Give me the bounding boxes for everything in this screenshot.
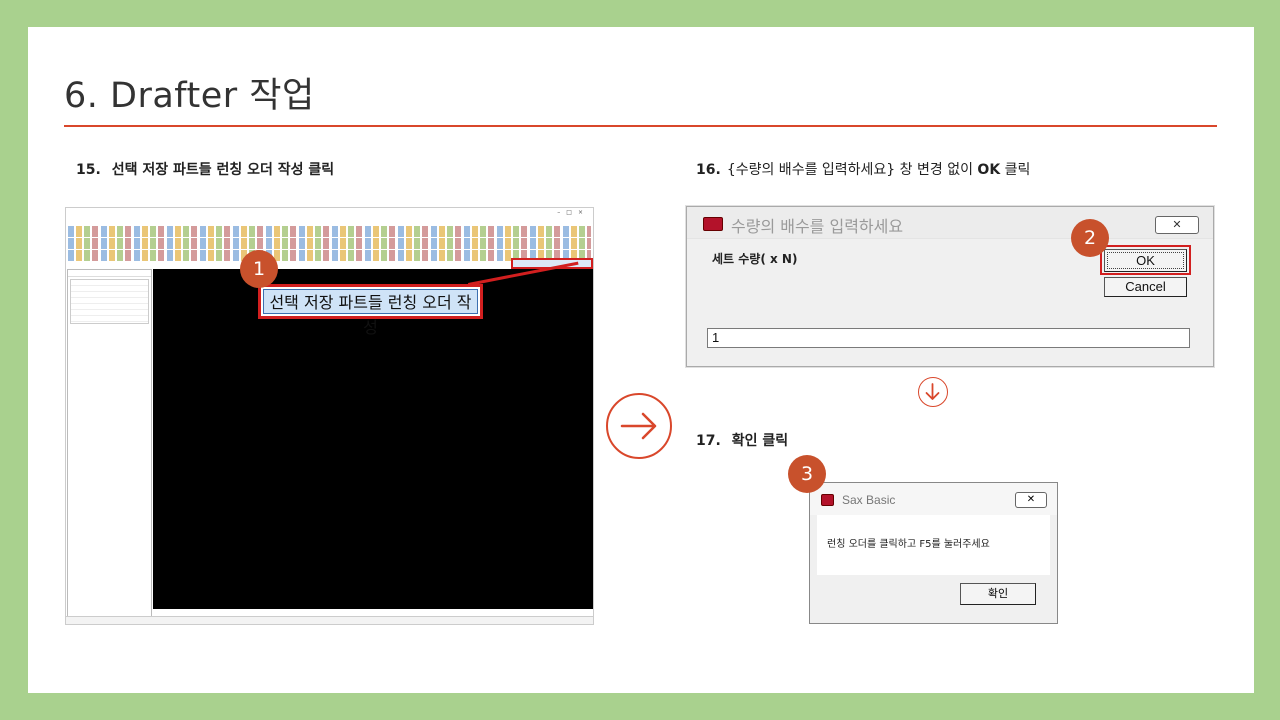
step-16-number: 16. (696, 162, 721, 178)
down-arrow-icon (918, 377, 948, 407)
ok-button[interactable]: OK (1104, 249, 1187, 272)
step-15-number: 15. (76, 162, 101, 178)
step-15-text: 선택 저장 파트들 런칭 오더 작성 클릭 (111, 162, 335, 178)
drafter-titlebar: –□× (66, 208, 593, 217)
close-icon[interactable]: ✕ (1015, 492, 1047, 508)
toolbar-row-2 (68, 238, 591, 249)
cancel-button[interactable]: Cancel (1104, 277, 1187, 297)
step-badge-2: 2 (1071, 219, 1109, 257)
set-quantity-label: 세트 수량( x N) (712, 252, 798, 266)
step-16-text: {수량의 배수를 입력하세요} 창 변경 없이 (726, 162, 978, 178)
dialog-titlebar: 수량의 배수를 입력하세요 ✕ (687, 207, 1213, 239)
title-divider (64, 125, 1217, 127)
step-15-caption: 15. 선택 저장 파트들 런칭 오더 작성 클릭 (76, 159, 334, 179)
page-title: 6. Drafter 작업 (64, 76, 315, 116)
messagebox-text: 런칭 오더를 클릭하고 F5를 눌러주세요 (817, 515, 1050, 575)
confirm-button[interactable]: 확인 (960, 583, 1036, 605)
properties-table (70, 279, 149, 324)
drafter-menubar (66, 217, 593, 225)
status-bar (66, 616, 593, 624)
step-16-ok-text: OK (977, 162, 1001, 178)
step-badge-3: 3 (788, 455, 826, 493)
step-17-caption: 17. 확인 클릭 (696, 430, 788, 450)
messagebox-title: Sax Basic (842, 493, 896, 507)
multiplier-input[interactable]: 1 (707, 328, 1190, 348)
multiplier-dialog: 수량의 배수를 입력하세요 ✕ 세트 수량( x N) OK Cancel 1 (686, 206, 1214, 367)
toolbar-row-1 (68, 226, 591, 237)
properties-header (68, 270, 151, 277)
properties-panel (67, 269, 152, 617)
step-badge-1: 1 (240, 250, 278, 288)
callout-label: 선택 저장 파트들 런칭 오더 작성 (263, 289, 478, 337)
step-16-caption: 16. {수량의 배수를 입력하세요} 창 변경 없이 OK 클릭 (696, 159, 1030, 179)
right-arrow-icon (606, 393, 672, 459)
dialog-title: 수량의 배수를 입력하세요 (731, 217, 904, 236)
close-icon[interactable]: ✕ (1155, 216, 1199, 234)
app-icon (703, 217, 723, 231)
step-17-number: 17. (696, 433, 721, 449)
step-16-text-end: 클릭 (1000, 162, 1031, 178)
window-controls-icon: –□× (557, 209, 589, 216)
sax-basic-messagebox: Sax Basic ✕ 런칭 오더를 클릭하고 F5를 눌러주세요 확인 (809, 482, 1058, 624)
drafter-screenshot: –□× (65, 207, 594, 625)
slide: 6. Drafter 작업 15. 선택 저장 파트들 런칭 오더 작성 클릭 … (28, 27, 1254, 693)
app-icon (821, 494, 834, 506)
step-17-text: 확인 클릭 (731, 433, 789, 449)
callout-box: 선택 저장 파트들 런칭 오더 작성 (258, 284, 483, 337)
messagebox-titlebar: Sax Basic ✕ (810, 483, 1057, 515)
